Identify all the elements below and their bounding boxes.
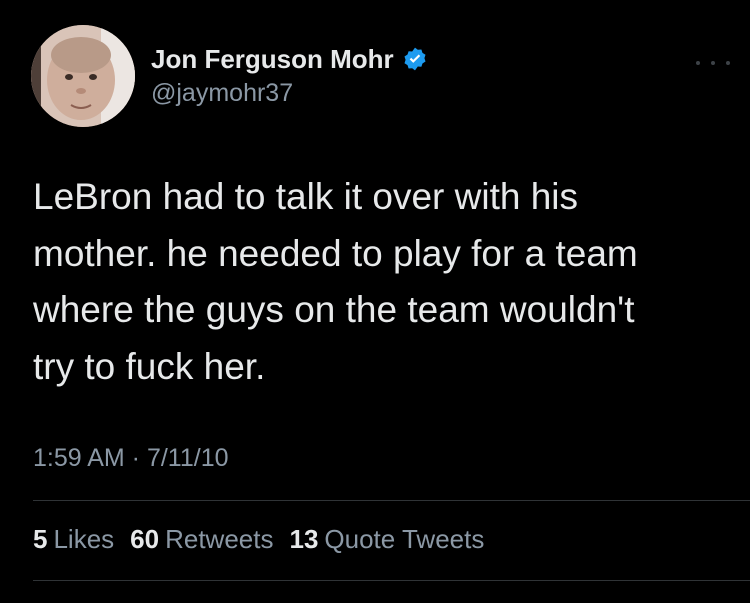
likes-count: 5 (33, 524, 48, 554)
retweets-stat[interactable]: 60 Retweets (130, 524, 273, 555)
quote-tweets-label: Quote Tweets (324, 524, 485, 554)
verified-badge-icon (402, 46, 428, 72)
likes-label: Likes (53, 524, 115, 554)
divider-top (33, 500, 750, 501)
quote-tweets-stat[interactable]: 13 Quote Tweets (289, 524, 484, 555)
more-dot (711, 61, 715, 65)
retweets-count: 60 (130, 524, 160, 554)
engagement-stats: 5 Likes 60 Retweets 13 Quote Tweets (33, 524, 500, 555)
avatar[interactable] (31, 25, 135, 127)
more-dot (696, 61, 700, 65)
author-display-name[interactable]: Jon Ferguson Mohr (151, 44, 394, 75)
quote-tweets-count: 13 (289, 524, 319, 554)
tweet-text: LeBron had to talk it over with his moth… (33, 176, 638, 387)
retweets-label: Retweets (165, 524, 274, 554)
author-handle[interactable]: @jaymohr37 (151, 79, 293, 108)
divider-bottom (33, 580, 750, 581)
more-options-icon[interactable] (696, 55, 730, 71)
tweet-card: Jon Ferguson Mohr @jaymohr37 LeBron had … (0, 0, 750, 603)
more-dot (726, 61, 730, 65)
avatar-image (31, 25, 135, 127)
tweet-timestamp[interactable]: 1:59 AM · 7/11/10 (33, 444, 229, 473)
author-name-row: Jon Ferguson Mohr (151, 42, 428, 76)
likes-stat[interactable]: 5 Likes (33, 524, 114, 555)
